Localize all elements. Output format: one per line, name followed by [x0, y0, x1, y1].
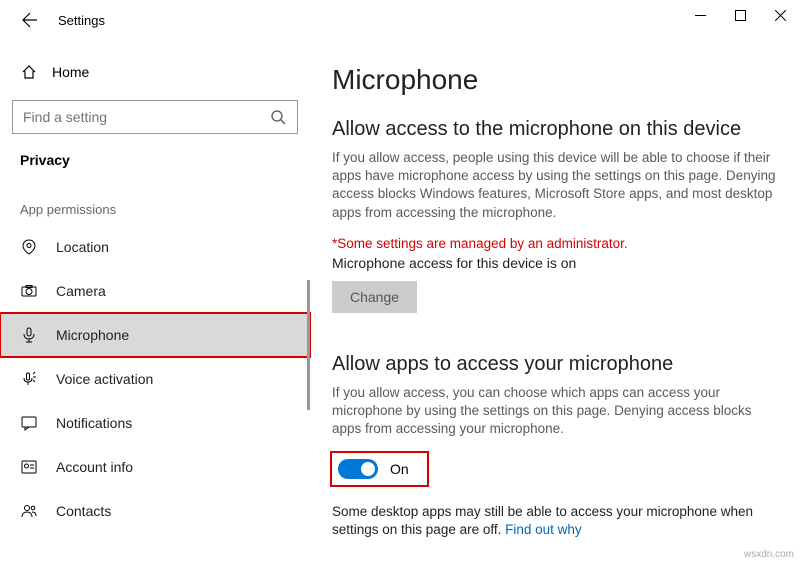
- sidebar-home-label: Home: [52, 64, 89, 80]
- sidebar-item-label: Account info: [56, 459, 133, 475]
- sidebar-item-location[interactable]: Location: [0, 225, 310, 269]
- close-icon: [775, 10, 786, 21]
- voice-activation-icon: [20, 370, 38, 388]
- sidebar-item-label: Contacts: [56, 503, 111, 519]
- microphone-icon: [20, 326, 38, 344]
- sidebar-scrollbar[interactable]: [307, 280, 310, 410]
- minimize-button[interactable]: [680, 0, 720, 30]
- sidebar-item-label: Location: [56, 239, 109, 255]
- section-body-device-access: If you allow access, people using this d…: [332, 149, 780, 222]
- search-icon: [269, 108, 287, 126]
- admin-note: *Some settings are managed by an adminis…: [332, 236, 780, 251]
- apps-access-toggle-row: On: [332, 453, 427, 485]
- change-button[interactable]: Change: [332, 281, 417, 313]
- sidebar-item-contacts[interactable]: Contacts: [0, 489, 310, 533]
- contacts-icon: [20, 502, 38, 520]
- back-button[interactable]: [14, 4, 46, 36]
- toggle-knob: [361, 462, 375, 476]
- location-icon: [20, 238, 38, 256]
- maximize-button[interactable]: [720, 0, 760, 30]
- sidebar-item-label: Notifications: [56, 415, 132, 431]
- close-button[interactable]: [760, 0, 800, 30]
- sidebar-item-label: Microphone: [56, 327, 129, 343]
- account-info-icon: [20, 458, 38, 476]
- search-input[interactable]: [23, 109, 269, 125]
- sidebar-item-notifications[interactable]: Notifications: [0, 401, 310, 445]
- search-box[interactable]: [12, 100, 298, 134]
- camera-icon: [20, 282, 38, 300]
- section-body-apps-access: If you allow access, you can choose whic…: [332, 384, 780, 439]
- sidebar-group: App permissions: [0, 202, 310, 217]
- section-heading-device-access: Allow access to the microphone on this d…: [332, 118, 780, 141]
- apps-access-toggle[interactable]: [338, 459, 378, 479]
- sidebar-item-microphone[interactable]: Microphone: [0, 313, 310, 357]
- sidebar-item-account-info[interactable]: Account info: [0, 445, 310, 489]
- sidebar-item-label: Voice activation: [56, 371, 153, 387]
- sidebar-home[interactable]: Home: [12, 54, 298, 90]
- home-icon: [20, 63, 38, 81]
- footnote: Some desktop apps may still be able to a…: [332, 503, 780, 539]
- maximize-icon: [735, 10, 746, 21]
- sidebar-item-voice-activation[interactable]: Voice activation: [0, 357, 310, 401]
- window-title: Settings: [58, 13, 105, 28]
- sidebar: Home Privacy App permissions Location Ca…: [0, 40, 310, 562]
- minimize-icon: [695, 10, 706, 21]
- section-heading-apps-access: Allow apps to access your microphone: [332, 353, 780, 376]
- page-title: Microphone: [332, 64, 780, 96]
- sidebar-item-camera[interactable]: Camera: [0, 269, 310, 313]
- toggle-label: On: [390, 461, 409, 477]
- sidebar-item-label: Camera: [56, 283, 106, 299]
- footnote-link[interactable]: Find out why: [505, 522, 582, 537]
- notifications-icon: [20, 414, 38, 432]
- watermark: wsxdn.com: [744, 549, 794, 560]
- main-content: Microphone Allow access to the microphon…: [310, 40, 800, 562]
- device-access-status: Microphone access for this device is on: [332, 255, 780, 271]
- arrow-left-icon: [22, 12, 38, 28]
- sidebar-section: Privacy: [12, 152, 298, 168]
